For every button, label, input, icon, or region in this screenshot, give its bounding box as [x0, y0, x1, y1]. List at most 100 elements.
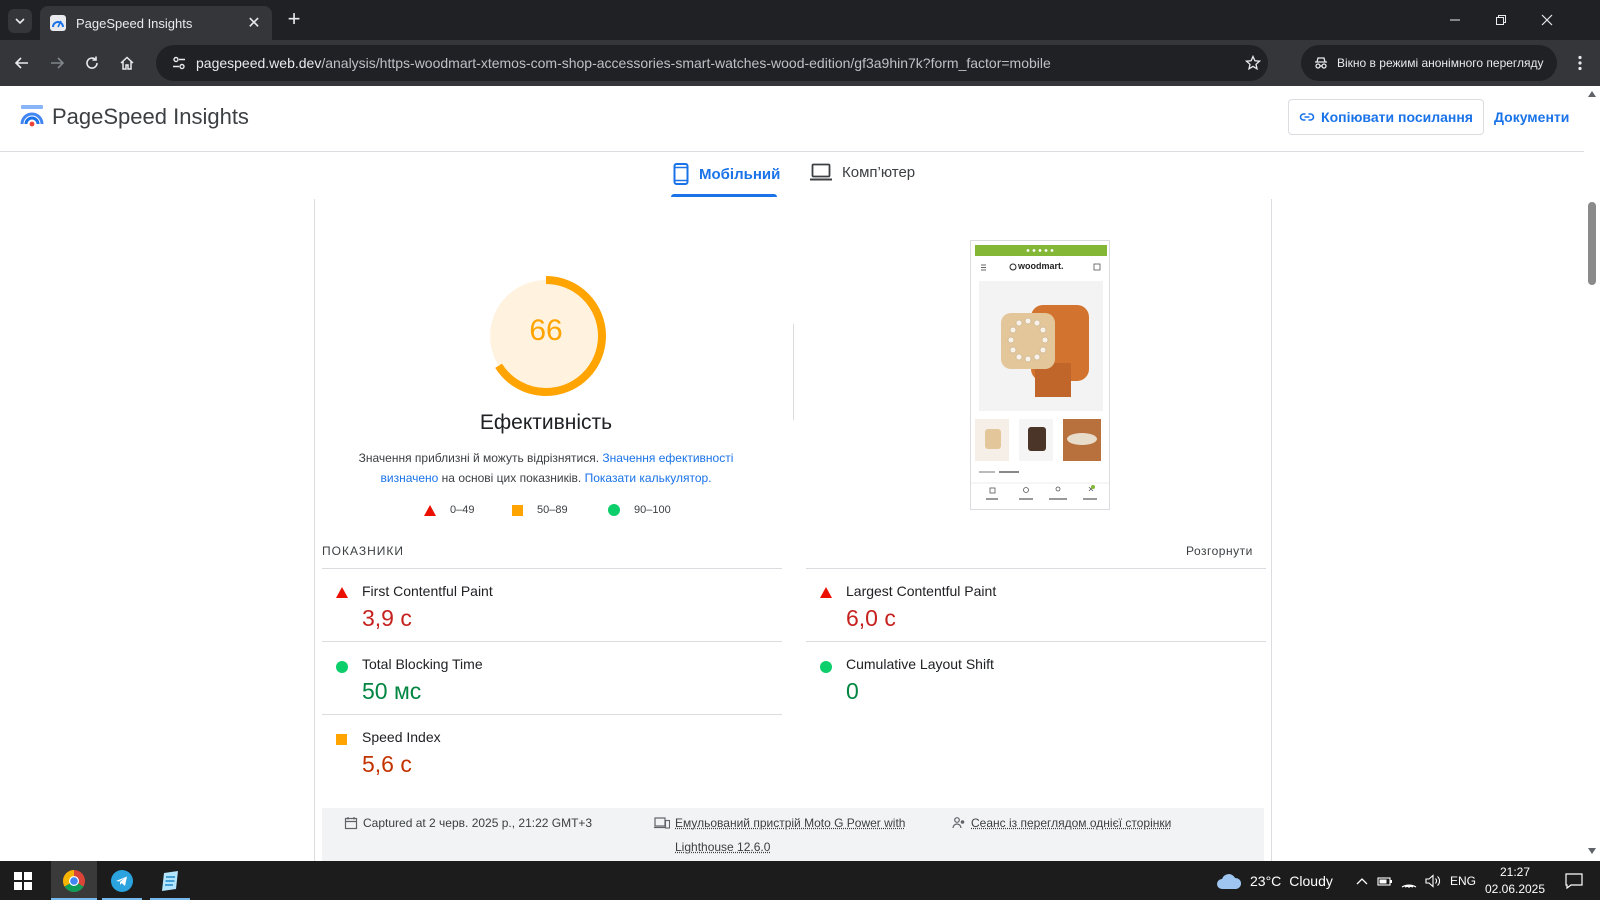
url-text[interactable]: pagespeed.web.dev/analysis/https-woodmar… — [196, 55, 1238, 71]
notes-app-icon — [162, 870, 178, 891]
volume-tray[interactable] — [1422, 861, 1444, 900]
tab-mobile[interactable]: Мобільний — [673, 163, 780, 185]
battery-icon — [1377, 876, 1392, 886]
expand-view-button[interactable]: Розгорнути — [1186, 544, 1253, 558]
session-type[interactable]: Сеанс із переглядом однієї сторінки — [952, 811, 1171, 835]
taskbar-clock[interactable]: 21:27 02.06.2025 — [1482, 864, 1548, 898]
metric-si-value: 5,6 с — [362, 751, 412, 777]
smartphone-icon — [673, 163, 689, 185]
taskbar-telegram[interactable] — [99, 861, 145, 900]
site-info-button[interactable] — [162, 55, 196, 71]
pagespeed-logo-icon[interactable] — [19, 102, 45, 128]
clock-time: 21:27 — [1499, 865, 1531, 879]
new-tab-button[interactable]: + — [282, 8, 306, 32]
home-button[interactable] — [115, 51, 139, 75]
link-icon — [1299, 113, 1315, 121]
cloud-icon — [1217, 873, 1242, 889]
tab-title: PageSpeed Insights — [76, 15, 193, 31]
scrollbar-thumb[interactable] — [1588, 202, 1596, 285]
page-content: PageSpeed Insights Копіювати посилання Д… — [0, 86, 1584, 861]
window-close-button[interactable] — [1524, 0, 1570, 40]
taskbar-chrome[interactable] — [51, 861, 97, 900]
minimize-button[interactable] — [1432, 0, 1478, 40]
copy-link-button[interactable]: Копіювати посилання — [1288, 99, 1484, 135]
metric-fcp-value: 3,9 с — [362, 605, 412, 631]
metric-lcp-name: Largest Contentful Paint — [846, 583, 997, 599]
metric-cls-value: 0 — [846, 678, 859, 704]
page-scrollbar[interactable] — [1584, 86, 1600, 861]
more-vert-icon — [1578, 55, 1582, 71]
devices-icon — [654, 817, 670, 829]
pagespeed-favicon-icon — [50, 15, 66, 31]
perf-desc-text-2: на основі цих показників. — [438, 471, 585, 485]
start-button[interactable] — [0, 861, 46, 900]
browser-tab-bar: PageSpeed Insights ✕ + — [0, 0, 1600, 40]
notifications-button[interactable] — [1556, 861, 1592, 900]
metric-fcp-name: First Contentful Paint — [362, 583, 493, 599]
notification-icon — [1565, 872, 1583, 889]
scroll-down-arrow[interactable] — [1588, 848, 1596, 854]
incognito-icon — [1315, 57, 1327, 69]
run-info-panel: Captured at 2 черв. 2025 р., 21:22 GMT+3… — [322, 808, 1264, 861]
arrow-left-icon — [14, 57, 28, 69]
metric-lcp: Largest Contentful Paint 6,0 с — [806, 568, 1266, 640]
emulated-device[interactable]: Емульований пристрій Moto G Power with L… — [654, 811, 905, 859]
tab-close-icon[interactable]: ✕ — [246, 13, 262, 33]
forward-button[interactable] — [45, 51, 69, 75]
tab-desktop-label: Комп’ютер — [842, 163, 916, 181]
performance-description: Значення приблизні й можуть відрізнятися… — [352, 448, 740, 488]
chevron-down-icon — [15, 18, 25, 25]
session-type-text: Сеанс із переглядом однієї сторінки — [971, 816, 1172, 830]
emulated-device-line2: Lighthouse 12.6.0 — [675, 840, 771, 854]
speaker-icon — [1425, 873, 1440, 888]
fail-triangle-icon — [424, 504, 436, 516]
address-bar[interactable]: pagespeed.web.dev/analysis/https-woodmar… — [156, 45, 1268, 81]
browser-tab-active[interactable]: PageSpeed Insights ✕ — [40, 6, 272, 40]
restore-button[interactable] — [1478, 0, 1524, 40]
fail-triangle-icon — [820, 587, 832, 598]
taskbar-notes-app[interactable] — [147, 861, 193, 900]
page-title[interactable]: PageSpeed Insights — [52, 104, 249, 130]
pass-circle-icon — [820, 661, 832, 673]
calculator-link[interactable]: Показати калькулятор. — [585, 471, 712, 485]
pass-circle-icon — [608, 504, 620, 516]
telegram-icon — [111, 869, 133, 892]
restore-icon — [1496, 15, 1506, 25]
bookmark-button[interactable] — [1238, 55, 1268, 71]
legend-pass: 90–100 — [608, 504, 671, 516]
average-square-icon — [512, 504, 523, 516]
legend-average: 50–89 — [512, 504, 568, 516]
weather-condition: Cloudy — [1289, 872, 1333, 889]
minimize-icon — [1450, 19, 1460, 21]
battery-tray[interactable] — [1374, 861, 1396, 900]
tab-desktop[interactable]: Комп’ютер — [810, 163, 915, 181]
final-screenshot: woodmart. — [970, 240, 1110, 510]
average-square-icon — [336, 734, 347, 745]
wifi-icon — [1401, 884, 1417, 888]
laptop-icon — [810, 163, 832, 181]
network-tray[interactable] — [1398, 861, 1420, 900]
windows-taskbar: 23°C Cloudy ENG 21:27 02.06.2025 — [0, 861, 1600, 900]
incognito-indicator[interactable]: Вікно в режимі анонімного перегляду — [1301, 45, 1557, 81]
screenshot-logo-text: woodmart. — [1018, 261, 1064, 271]
back-button[interactable] — [10, 51, 34, 75]
scroll-up-arrow[interactable] — [1588, 91, 1596, 97]
performance-title: Ефективність — [479, 411, 613, 434]
show-hidden-icons-button[interactable] — [1352, 861, 1372, 900]
tab-search-button[interactable] — [8, 9, 32, 33]
weather-widget[interactable]: 23°C Cloudy — [1216, 861, 1333, 900]
url-path: /analysis/https-woodmart-xtemos-com-shop… — [321, 55, 1051, 71]
browser-menu-button[interactable] — [1568, 51, 1592, 75]
pass-circle-icon — [336, 661, 348, 673]
tab-mobile-label: Мобільний — [699, 165, 781, 183]
group-icon — [952, 817, 965, 829]
reload-button[interactable] — [80, 51, 104, 75]
language-indicator[interactable]: ENG — [1448, 861, 1478, 900]
weather-temperature: 23°C — [1250, 872, 1282, 889]
docs-link[interactable]: Документи — [1494, 109, 1569, 125]
legend-pass-label: 90–100 — [634, 504, 671, 516]
active-tab-indicator — [671, 194, 777, 197]
perf-desc-text-1: Значення приблизні й можуть відрізнятися… — [358, 451, 603, 465]
calendar-icon — [344, 817, 358, 830]
metrics-heading: ПОКАЗНИКИ — [322, 544, 404, 558]
